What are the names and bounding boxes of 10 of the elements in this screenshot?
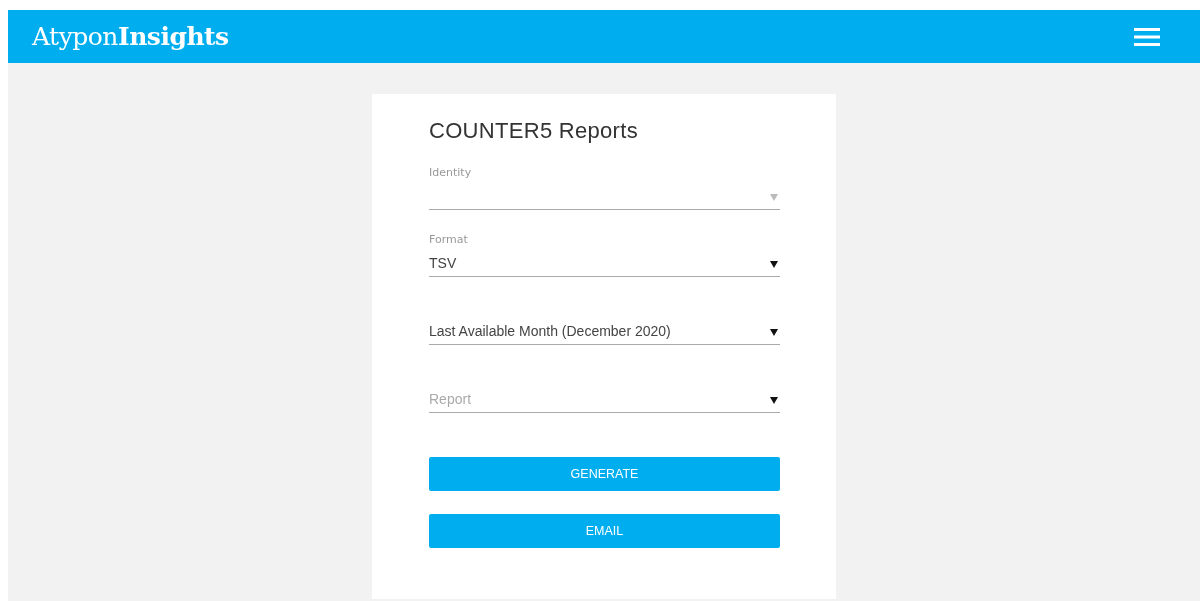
card-title: COUNTER5 Reports (429, 118, 639, 144)
action-button[interactable]: GENERATE (429, 457, 780, 491)
field-label: Identity (429, 166, 473, 180)
select-field[interactable]: TSV (429, 247, 780, 277)
field-label: Format (429, 233, 469, 247)
action-button[interactable]: EMAIL (429, 514, 780, 548)
select-field[interactable]: Last Available Month (December 2020) (429, 315, 780, 345)
menu-icon[interactable] (1134, 27, 1160, 46)
select-field[interactable]: Report (429, 383, 780, 413)
logo: AtyponInsights (32, 22, 229, 51)
